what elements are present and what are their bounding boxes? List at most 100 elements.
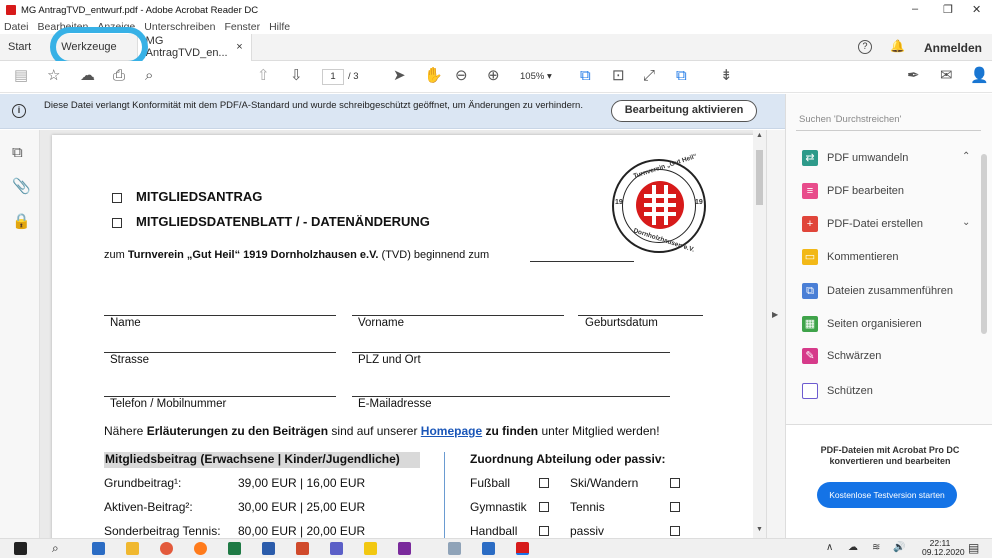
checkbox-passiv[interactable] — [670, 526, 680, 536]
left-rail: ⧉ 📎 🔒 ◀ — [0, 130, 51, 538]
document-canvas[interactable]: MITGLIEDSANTRAG MITGLIEDSDATENBLATT / - … — [40, 130, 753, 538]
free-trial-button[interactable]: Kostenlose Testversion starten — [817, 482, 957, 508]
bookmark-star-icon[interactable]: ☆ — [47, 68, 60, 84]
checkbox-gymnastik[interactable] — [539, 502, 549, 512]
tool-pdf-umwandeln[interactable]: ⇄ PDF umwandeln — [802, 149, 908, 167]
email-icon[interactable]: ✉ — [940, 68, 953, 84]
tray-chevron-icon[interactable]: ∧ — [826, 542, 833, 553]
name-field[interactable] — [104, 315, 336, 316]
next-page-icon[interactable]: ⇩ — [290, 68, 303, 84]
tray-volume-icon[interactable]: 🔊 — [893, 542, 905, 553]
save-icon[interactable]: ▤ — [14, 68, 28, 84]
tool-schwaerzen[interactable]: ✎ Schwärzen — [802, 347, 881, 365]
upload-cloud-icon[interactable]: ☁ — [80, 68, 95, 84]
dept-handball: Handball — [470, 524, 518, 538]
fullscreen-icon[interactable]: ⤢ — [643, 68, 655, 84]
menu-datei[interactable]: Datei — [4, 21, 29, 33]
scroll-up-icon[interactable]: ▲ — [756, 132, 763, 139]
tab-document[interactable]: MG AntragTVD_en... × — [136, 33, 252, 61]
tray-wifi-icon[interactable]: ≋ — [872, 542, 880, 553]
pages-thumbnail-icon[interactable]: ⧉ — [12, 144, 23, 161]
checkbox-ski[interactable] — [670, 478, 680, 488]
enable-editing-button[interactable]: Bearbeitung aktivieren — [611, 100, 757, 122]
tool-kommentieren[interactable]: ▭ Kommentieren — [802, 248, 899, 266]
search-zoom-icon[interactable]: ⌕ — [145, 68, 153, 84]
dept-gymnastik: Gymnastik — [470, 500, 527, 514]
checkbox-tennis[interactable] — [670, 502, 680, 512]
homepage-link[interactable]: Homepage — [421, 424, 482, 438]
powerbi-icon[interactable] — [364, 542, 377, 555]
geburtsdatum-field[interactable] — [578, 315, 703, 316]
close-button[interactable]: ✕ — [972, 3, 981, 16]
info-icon: i — [12, 104, 26, 118]
vorname-field[interactable] — [352, 315, 564, 316]
zoom-select[interactable]: 105% ▾ — [520, 71, 552, 82]
search-icon[interactable]: ⌕ — [52, 541, 59, 556]
tool-pdf-bearbeiten[interactable]: ≡ PDF bearbeiten — [802, 182, 904, 200]
chevron-down-icon[interactable]: ⌄ — [962, 217, 970, 228]
scroll-mode-icon[interactable]: ⇟ — [720, 68, 733, 84]
expand-right-icon[interactable]: ▶ — [772, 310, 778, 319]
start-date-field[interactable] — [530, 261, 634, 262]
print-icon[interactable]: ⎙ — [113, 68, 125, 84]
notification-icon[interactable]: ▤ — [968, 541, 979, 555]
tray-clock[interactable]: 22:11 09.12.2020 — [922, 539, 965, 557]
hand-tool-icon[interactable]: ✋ — [424, 68, 443, 84]
tab-start[interactable]: Start — [0, 34, 39, 61]
tools-search-input[interactable]: Suchen 'Durchstreichen' — [796, 109, 981, 131]
zoom-in-icon[interactable]: ⊕ — [487, 68, 500, 84]
chevron-up-icon[interactable]: ⌃ — [962, 151, 970, 162]
onenote-icon[interactable] — [398, 542, 411, 555]
checkbox-handball[interactable] — [539, 526, 549, 536]
explorer-icon[interactable] — [126, 542, 139, 555]
panel-scrollbar[interactable] — [981, 154, 987, 334]
strasse-field[interactable] — [104, 352, 336, 353]
checkbox-mitgliedsantrag[interactable] — [112, 193, 122, 203]
rotate-view-icon[interactable]: ⊡ — [612, 68, 625, 84]
previous-page-icon[interactable]: ⇧ — [257, 68, 270, 84]
bell-icon[interactable]: 🔔 — [890, 39, 905, 53]
telefon-field[interactable] — [104, 396, 336, 397]
acrobat-taskbar-icon[interactable] — [516, 542, 529, 555]
app-blue-icon[interactable] — [482, 542, 495, 555]
panel-splitter[interactable]: ▶ — [766, 130, 785, 538]
firefox-icon[interactable] — [194, 542, 207, 555]
sign-pen-icon[interactable]: ✒ — [907, 68, 920, 84]
outlook-icon[interactable] — [92, 542, 105, 555]
excel-icon[interactable] — [228, 542, 241, 555]
page-number-input[interactable]: 1 — [322, 69, 344, 85]
word-icon[interactable] — [262, 542, 275, 555]
menu-fenster[interactable]: Fenster — [224, 21, 260, 33]
select-cursor-icon[interactable]: ➤ — [393, 68, 406, 84]
login-button[interactable]: Anmelden — [924, 41, 982, 55]
tab-close-icon[interactable]: × — [236, 41, 242, 53]
plz-ort-field[interactable] — [352, 352, 670, 353]
checkbox-fussball[interactable] — [539, 478, 549, 488]
checkbox-datenblatt[interactable] — [112, 218, 122, 228]
email-field[interactable] — [352, 396, 670, 397]
minimize-button[interactable]: – — [912, 3, 918, 15]
menu-unterschreiben[interactable]: Unterschreiben — [144, 21, 215, 33]
tray-network-icon[interactable]: ☁ — [848, 542, 858, 553]
powerpoint-icon[interactable] — [296, 542, 309, 555]
tool-schuetzen[interactable]: Schützen — [802, 382, 873, 400]
windows-start-icon[interactable] — [14, 542, 27, 555]
menu-hilfe[interactable]: Hilfe — [269, 21, 290, 33]
share-user-icon[interactable]: 👤 — [970, 68, 989, 84]
tool-zusammenfuehren[interactable]: ⧉ Dateien zusammenführen — [802, 282, 953, 300]
chrome-icon[interactable] — [160, 542, 173, 555]
vertical-scrollbar[interactable]: ▲ ▼ — [753, 130, 766, 538]
maximize-button[interactable]: ❐ — [943, 3, 953, 16]
page-display-icon[interactable]: ⧉ — [676, 68, 687, 84]
zoom-out-icon[interactable]: ⊖ — [455, 68, 468, 84]
locked-document-icon[interactable]: 🔒 — [12, 212, 31, 230]
attachment-icon[interactable]: 📎 — [12, 177, 31, 195]
scrollbar-thumb[interactable] — [756, 150, 763, 205]
help-icon[interactable]: ? — [858, 40, 872, 54]
tool-pdf-erstellen[interactable]: + PDF-Datei erstellen — [802, 215, 923, 233]
app-icon[interactable] — [448, 542, 461, 555]
fit-page-icon[interactable]: ⧉ — [580, 68, 591, 84]
tool-seiten-organisieren[interactable]: ▦ Seiten organisieren — [802, 315, 922, 333]
scroll-down-icon[interactable]: ▼ — [756, 526, 763, 533]
teams-icon[interactable] — [330, 542, 343, 555]
